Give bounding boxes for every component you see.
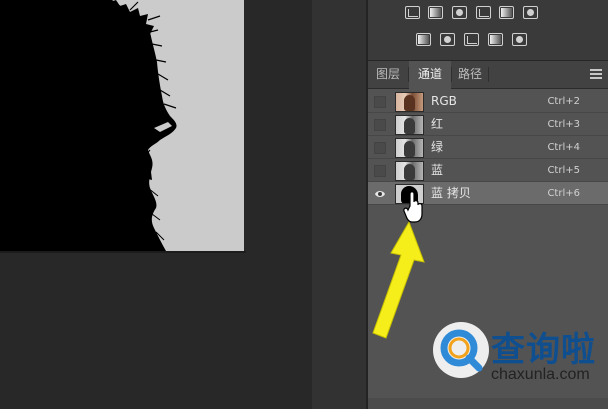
document-canvas[interactable]	[0, 0, 244, 251]
channel-shortcut: Ctrl+4	[547, 142, 580, 153]
black-white-icon[interactable]	[452, 6, 467, 19]
channel-thumbnail	[395, 92, 424, 112]
tab-paths[interactable]: 路径	[452, 61, 488, 88]
visibility-toggle[interactable]	[374, 142, 386, 154]
visibility-toggle[interactable]	[374, 165, 386, 177]
tab-separator	[488, 67, 489, 82]
channel-thumbnail	[395, 184, 424, 204]
channel-thumbnail	[395, 138, 424, 158]
channel-shortcut: Ctrl+2	[547, 96, 580, 107]
channel-mixer-icon[interactable]	[499, 6, 514, 19]
tab-channels[interactable]: 通道	[409, 61, 451, 89]
channel-shortcut: Ctrl+5	[547, 165, 580, 176]
panel-menu-icon[interactable]	[590, 69, 602, 80]
channel-name: RGB	[431, 94, 457, 108]
channel-thumbnail	[395, 115, 424, 135]
watermark-brand: 查询啦	[491, 330, 596, 370]
channel-row[interactable]: 绿 Ctrl+4	[368, 136, 608, 159]
adjustments-panel	[368, 0, 608, 61]
levels-icon[interactable]	[405, 6, 420, 19]
selective-color-icon[interactable]	[488, 33, 503, 46]
channel-row[interactable]: RGB Ctrl+2	[368, 90, 608, 113]
watermark: 查询啦 chaxunla.com	[431, 318, 599, 390]
channel-thumbnail	[395, 161, 424, 181]
visibility-toggle[interactable]	[374, 96, 386, 108]
channel-name: 蓝	[431, 163, 444, 177]
visibility-toggle[interactable]	[374, 119, 386, 131]
tab-layers[interactable]: 图层	[368, 61, 408, 88]
canvas-area[interactable]	[0, 0, 312, 409]
channel-name: 红	[431, 117, 444, 131]
silhouette-image	[0, 0, 177, 251]
gradient-map-icon[interactable]	[512, 33, 527, 46]
channel-name: 绿	[431, 140, 444, 154]
channel-name: 蓝 拷贝	[431, 186, 471, 200]
channel-row[interactable]: 红 Ctrl+3	[368, 113, 608, 136]
channel-row[interactable]: 蓝 Ctrl+5	[368, 159, 608, 182]
panel-footer	[368, 398, 608, 409]
channel-shortcut: Ctrl+6	[547, 188, 580, 199]
channel-shortcut: Ctrl+3	[547, 119, 580, 130]
workspace-gutter	[312, 0, 368, 409]
threshold-icon[interactable]	[464, 33, 479, 46]
photo-filter-icon[interactable]	[476, 6, 491, 19]
channel-row[interactable]: 蓝 拷贝 Ctrl+6	[368, 182, 608, 205]
eye-icon[interactable]	[374, 188, 386, 200]
canvas-edge	[0, 251, 246, 253]
watermark-logo-icon	[433, 322, 489, 378]
balance-icon[interactable]	[428, 6, 443, 19]
posterize-icon[interactable]	[440, 33, 455, 46]
panel-tab-bar: 图层 通道 路径	[368, 61, 608, 89]
watermark-domain: chaxunla.com	[491, 366, 590, 383]
invert-icon[interactable]	[416, 33, 431, 46]
color-lookup-icon[interactable]	[523, 6, 538, 19]
